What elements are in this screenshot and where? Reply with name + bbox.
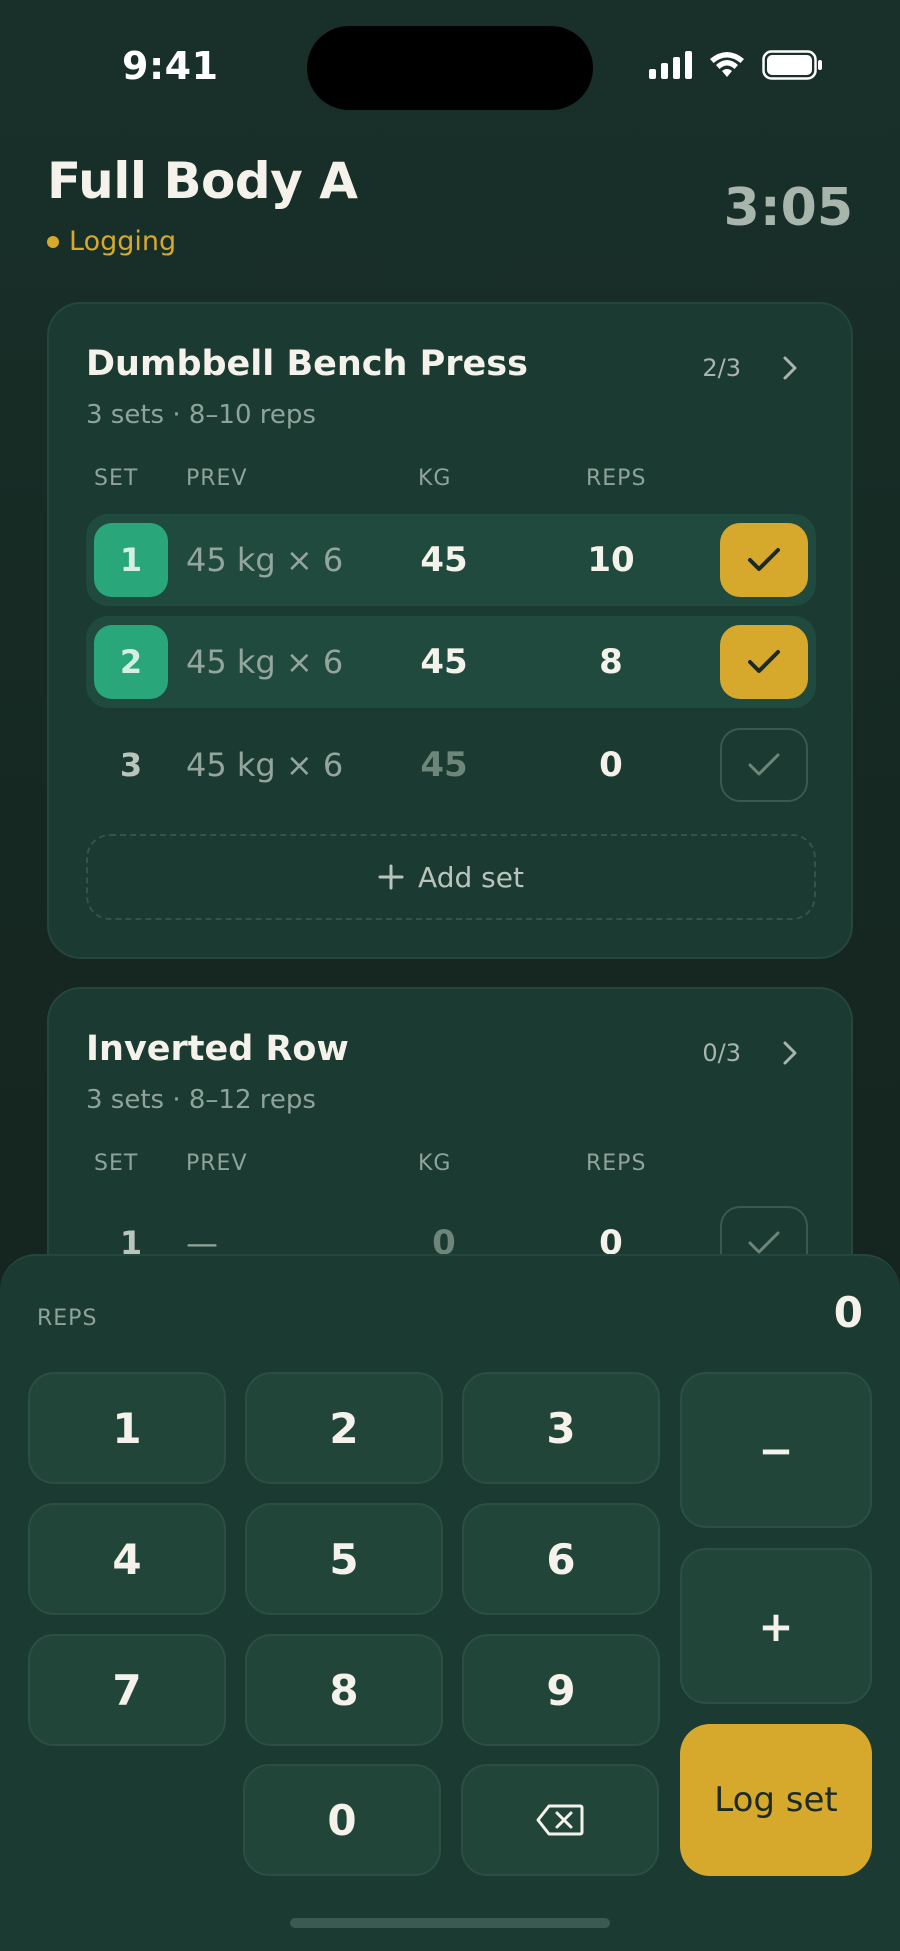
- previous-value: 45 kg × 6: [186, 541, 344, 579]
- set-row: 3 45 kg × 6 45 0: [86, 719, 816, 811]
- key-8[interactable]: 8: [245, 1634, 443, 1746]
- key-9[interactable]: 9: [462, 1634, 660, 1746]
- set-row: 2 45 kg × 6 45 8: [86, 616, 816, 708]
- set-table-header: SET PREV KG REPS: [86, 1151, 816, 1181]
- checkmark-icon: [748, 548, 780, 571]
- checkmark-icon: [748, 753, 780, 776]
- decrement-button[interactable]: −: [680, 1372, 872, 1528]
- elapsed-timer: 3:05: [723, 178, 853, 238]
- key-0[interactable]: 0: [243, 1764, 441, 1876]
- workout-status-text: Logging: [69, 226, 177, 257]
- chevron-right-icon[interactable]: [777, 354, 803, 382]
- backspace-icon: [536, 1804, 584, 1836]
- weight-input[interactable]: 45: [404, 745, 484, 785]
- workout-header: Full Body A Logging 3:05: [47, 152, 853, 272]
- exercise-subtitle: 3 sets · 8–10 reps: [86, 400, 316, 430]
- exercise-name[interactable]: Dumbbell Bench Press: [86, 344, 528, 384]
- exercise-subtitle: 3 sets · 8–12 reps: [86, 1085, 316, 1115]
- status-dot-icon: [47, 235, 59, 248]
- status-time: 9:41: [122, 44, 219, 88]
- column-header-set: SET: [94, 1151, 139, 1176]
- dynamic-island: [307, 26, 593, 110]
- home-indicator[interactable]: [290, 1918, 610, 1928]
- weight-input[interactable]: 45: [404, 540, 484, 580]
- key-5[interactable]: 5: [245, 1503, 443, 1615]
- key-7[interactable]: 7: [28, 1634, 226, 1746]
- column-header-kg: KG: [418, 1151, 452, 1176]
- exercise-card-dumbbell-bench-press: Dumbbell Bench Press 3 sets · 8–10 reps …: [47, 302, 853, 959]
- set-number-badge: 3: [119, 746, 143, 784]
- key-1[interactable]: 1: [28, 1372, 226, 1484]
- set-number-badge: 1: [94, 523, 168, 597]
- keypad-value: 0: [833, 1288, 863, 1337]
- status-bar: 9:41: [0, 0, 900, 130]
- battery-icon: [762, 50, 822, 80]
- reps-input[interactable]: 8: [566, 642, 656, 682]
- number-keypad: REPS 0 1 2 3 4 5 6 7 8 9 0 − + Log set: [0, 1254, 900, 1951]
- previous-value: 45 kg × 6: [186, 746, 344, 784]
- key-4[interactable]: 4: [28, 1503, 226, 1615]
- complete-set-button[interactable]: [720, 728, 808, 802]
- key-6[interactable]: 6: [462, 1503, 660, 1615]
- previous-value: 45 kg × 6: [186, 643, 344, 681]
- complete-set-button[interactable]: [720, 625, 808, 699]
- add-set-label: Add set: [418, 860, 524, 894]
- column-header-prev: PREV: [186, 466, 248, 491]
- key-2[interactable]: 2: [245, 1372, 443, 1484]
- cellular-signal-icon: [649, 51, 692, 79]
- reps-input[interactable]: 0: [566, 745, 656, 785]
- column-header-reps: REPS: [586, 1151, 647, 1176]
- key-3[interactable]: 3: [462, 1372, 660, 1484]
- set-number-badge: 2: [94, 625, 168, 699]
- checkmark-icon: [748, 650, 780, 673]
- column-header-set: SET: [94, 466, 139, 491]
- workout-screen: 9:41 Full Body A Logging 3:05 Dumbbell B…: [0, 0, 900, 1951]
- column-header-reps: REPS: [586, 466, 647, 491]
- weight-input[interactable]: 45: [404, 642, 484, 682]
- complete-set-button[interactable]: [720, 523, 808, 597]
- column-header-kg: KG: [418, 466, 452, 491]
- reps-input[interactable]: 10: [566, 540, 656, 580]
- exercise-progress: 2/3: [702, 354, 741, 382]
- keypad-field-label: REPS: [37, 1306, 98, 1331]
- chevron-right-icon[interactable]: [777, 1039, 803, 1067]
- plus-icon: [378, 864, 404, 890]
- checkmark-icon: [748, 1231, 780, 1254]
- exercise-progress: 0/3: [702, 1039, 741, 1067]
- log-set-button[interactable]: Log set: [680, 1724, 872, 1876]
- exercise-name[interactable]: Inverted Row: [86, 1029, 349, 1069]
- set-row: 1 45 kg × 6 45 10: [86, 514, 816, 606]
- increment-button[interactable]: +: [680, 1548, 872, 1704]
- add-set-button[interactable]: Add set: [86, 834, 816, 920]
- backspace-button[interactable]: [461, 1764, 659, 1876]
- wifi-icon: [710, 52, 744, 77]
- status-icons: [649, 50, 824, 80]
- set-table-header: SET PREV KG REPS: [86, 466, 816, 496]
- column-header-prev: PREV: [186, 1151, 248, 1176]
